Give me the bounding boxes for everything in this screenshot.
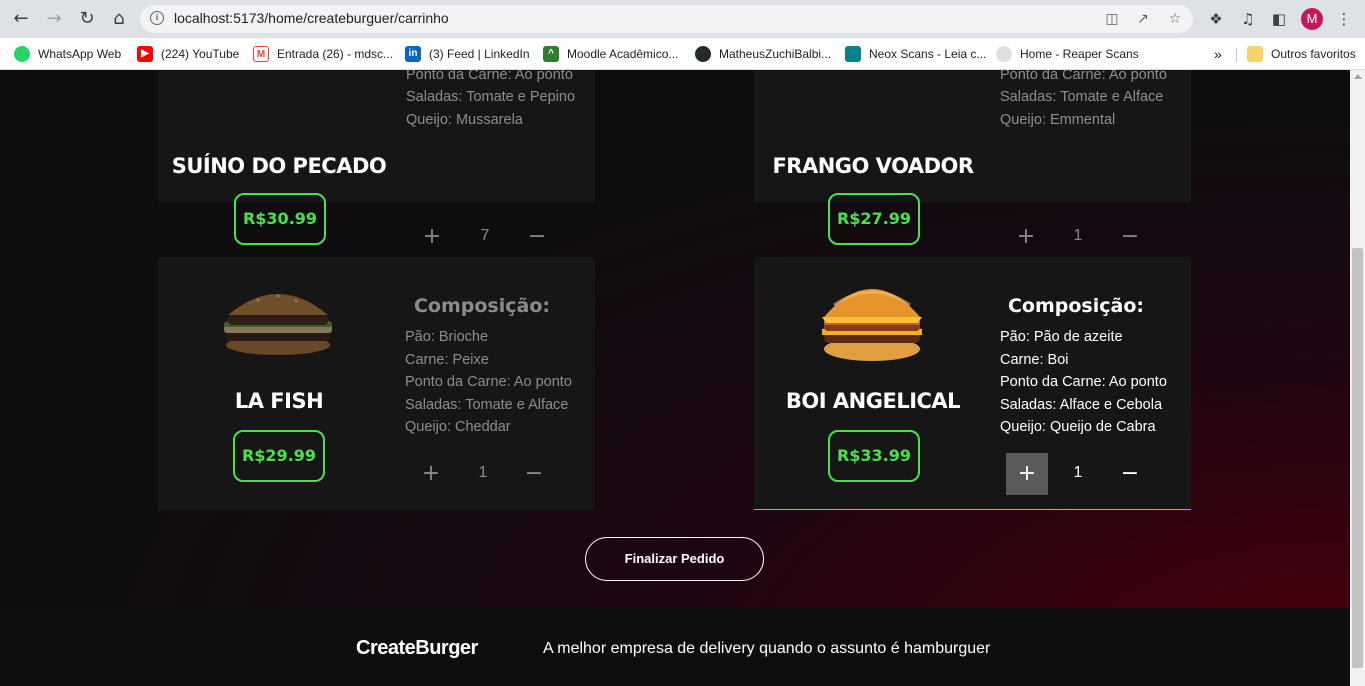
neox-icon xyxy=(845,46,861,62)
github-icon xyxy=(695,46,711,62)
burger-image xyxy=(224,294,332,355)
address-bar[interactable]: i localhost:5173/home/createburguer/carr… xyxy=(140,5,1193,33)
composition-line: Saladas: Tomate e Alface xyxy=(1000,89,1164,105)
bookmark-moodle[interactable]: ^ Moodle Acadêmico... xyxy=(543,44,678,64)
composition-line: Queijo: Emmental xyxy=(1000,112,1116,128)
quantity-value: 7 xyxy=(480,227,490,244)
burger-name: BOI ANGELICAL xyxy=(785,389,961,413)
price-tag: R$33.99 xyxy=(828,430,920,482)
bookmark-label: Home - Reaper Scans xyxy=(1020,47,1139,61)
bookmark-label: Neox Scans - Leia c... xyxy=(869,47,987,61)
bookmark-github[interactable]: MatheusZuchiBalbi... xyxy=(695,44,831,64)
site-info-icon[interactable]: i xyxy=(150,11,164,25)
bookmarks-overflow-button[interactable]: » xyxy=(1214,44,1222,64)
youtube-icon: ▶ xyxy=(137,46,153,62)
decrease-quantity-button[interactable]: − xyxy=(516,216,558,258)
linkedin-icon: in xyxy=(405,46,421,62)
decrease-quantity-button[interactable]: − xyxy=(1109,216,1151,258)
address-url[interactable]: localhost:5173/home/createburguer/carrin… xyxy=(174,10,449,26)
burger-name: LA FISH xyxy=(234,389,324,413)
composition-line: Ponto da Carne: Ao ponto xyxy=(1000,70,1167,83)
cart-item-card: FRANGO VOADOR R$27.99 Ponto da Carne: Ao… xyxy=(754,70,1191,249)
bookmark-label: MatheusZuchiBalbi... xyxy=(719,47,832,61)
bookmark-label: Outros favoritos xyxy=(1271,47,1356,61)
decrease-quantity-button[interactable]: − xyxy=(1109,453,1151,495)
composition-title: Composição: xyxy=(1007,295,1144,317)
bookmark-label: WhatsApp Web xyxy=(38,47,122,61)
moodle-icon: ^ xyxy=(543,46,559,62)
increase-quantity-button[interactable]: + xyxy=(411,216,453,258)
price-tag: R$27.99 xyxy=(828,193,920,245)
composition-line: Queijo: Mussarela xyxy=(406,112,523,128)
home-icon[interactable]: ⌂ xyxy=(107,7,131,31)
bookmarks-bar: WhatsApp Web ▶ (224) YouTube M Entrada (… xyxy=(0,38,1365,70)
quantity-value: 1 xyxy=(1073,227,1083,244)
cart-item-card: SUÍNO DO PECADO R$30.99 Ponto da Carne: … xyxy=(158,70,595,249)
composition-line: Ponto da Carne: Ao ponto xyxy=(1000,374,1167,390)
composition-line: Carne: Peixe xyxy=(405,352,489,368)
bookmarks-divider xyxy=(1236,48,1237,62)
price-tag: R$30.99 xyxy=(234,193,326,245)
decrease-quantity-button[interactable]: − xyxy=(513,453,555,495)
reaper-icon xyxy=(996,46,1012,62)
extensions-icon[interactable]: ❖ xyxy=(1206,9,1226,29)
profile-avatar[interactable]: M xyxy=(1301,8,1323,30)
composition-title: Composição: xyxy=(413,295,550,317)
quantity-value: 1 xyxy=(478,464,488,481)
composition-line: Saladas: Alface e Cebola xyxy=(1000,397,1163,413)
bookmark-other-favorites[interactable]: Outros favoritos xyxy=(1247,44,1356,64)
composition-line: Pão: Pão de azeite xyxy=(1000,329,1123,345)
forward-icon[interactable]: → xyxy=(42,7,66,31)
composition-line: Pão: Brioche xyxy=(405,329,489,345)
translate-icon[interactable]: ◫ xyxy=(1104,11,1120,27)
composition-line: Ponto da Carne: Ao ponto xyxy=(405,374,572,390)
bookmark-label: (3) Feed | LinkedIn xyxy=(429,47,530,61)
bookmark-star-icon[interactable]: ☆ xyxy=(1167,11,1183,27)
composition-line: Carne: Boi xyxy=(1000,352,1069,368)
scroll-thumb[interactable] xyxy=(1352,248,1363,668)
increase-quantity-button[interactable]: + xyxy=(1006,453,1048,495)
quantity-value: 1 xyxy=(1073,464,1083,481)
composition-line: Saladas: Tomate e Pepino xyxy=(406,89,576,105)
share-icon[interactable]: ↗ xyxy=(1135,11,1151,27)
bookmark-label: Moodle Acadêmico... xyxy=(567,47,679,61)
page-scrollbar[interactable] xyxy=(1350,70,1365,686)
finalize-order-button[interactable]: Finalizar Pedido xyxy=(585,537,764,581)
menu-kebab-icon[interactable]: ⋮ xyxy=(1334,9,1354,29)
side-panel-icon[interactable]: ◧ xyxy=(1269,9,1289,29)
composition-line: Saladas: Tomate e Alface xyxy=(405,397,569,413)
whatsapp-icon xyxy=(14,46,30,62)
burger-name: FRANGO VOADOR xyxy=(772,154,974,178)
gmail-icon: M xyxy=(253,46,269,62)
back-icon[interactable]: ← xyxy=(9,7,33,31)
composition-line: Queijo: Queijo de Cabra xyxy=(1000,419,1156,435)
footer-brand: CreateBurger xyxy=(356,637,478,659)
media-control-icon[interactable]: ♫ xyxy=(1238,9,1258,29)
burger-image xyxy=(822,289,922,361)
cart-item-card: LA FISH R$29.99 Composição: Pão: Brioche… xyxy=(158,257,595,510)
reload-icon[interactable]: ↻ xyxy=(75,7,99,31)
bookmark-youtube[interactable]: ▶ (224) YouTube xyxy=(137,44,239,64)
price-tag: R$29.99 xyxy=(233,430,325,482)
bookmark-linkedin[interactable]: in (3) Feed | LinkedIn xyxy=(405,44,530,64)
increase-quantity-button[interactable]: + xyxy=(410,453,452,495)
folder-icon xyxy=(1247,46,1263,62)
footer: CreateBurger A melhor empresa de deliver… xyxy=(0,608,1350,686)
composition-line: Queijo: Cheddar xyxy=(405,419,511,435)
burger-name: SUÍNO DO PECADO xyxy=(171,154,387,178)
bookmark-label: (224) YouTube xyxy=(161,47,240,61)
footer-tagline: A melhor empresa de delivery quando o as… xyxy=(543,640,991,657)
bookmark-neox[interactable]: Neox Scans - Leia c... xyxy=(845,44,986,64)
bookmark-label: Entrada (26) - mdsc... xyxy=(277,47,394,61)
cart-page: SUÍNO DO PECADO R$30.99 Ponto da Carne: … xyxy=(0,70,1350,686)
composition-line: Ponto da Carne: Ao ponto xyxy=(406,70,573,83)
browser-toolbar: ← → ↻ ⌂ i localhost:5173/home/createburg… xyxy=(0,0,1365,38)
bookmark-reaper[interactable]: Home - Reaper Scans xyxy=(996,44,1139,64)
bookmark-gmail[interactable]: M Entrada (26) - mdsc... xyxy=(253,44,393,64)
scroll-up-arrow-icon[interactable] xyxy=(1354,74,1362,79)
increase-quantity-button[interactable]: + xyxy=(1005,216,1047,258)
cart-item-card: BOI ANGELICAL R$33.99 Composição: Pão: P… xyxy=(754,257,1191,510)
bookmark-whatsapp[interactable]: WhatsApp Web xyxy=(14,44,121,64)
